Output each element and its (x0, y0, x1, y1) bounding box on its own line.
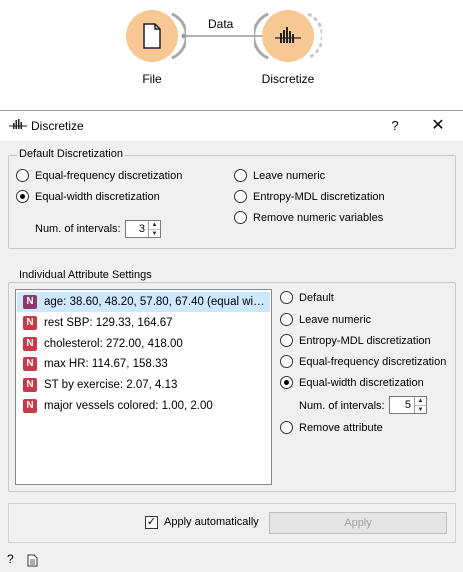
radio-label: Entropy-MDL discretization (299, 334, 431, 347)
default-equal-frequency-radio[interactable]: Equal-frequency discretization (16, 169, 182, 182)
apply-bar: ✓ Apply automatically Apply (8, 503, 456, 543)
default-intervals-spinbox[interactable]: 3 ▲ ▼ (125, 220, 161, 238)
radio-indicator (280, 313, 293, 326)
list-item-text: age: 38.60, 48.20, 57.80, 67.40 (equal w… (44, 296, 270, 308)
apply-button[interactable]: Apply (269, 512, 447, 534)
radio-label: Remove numeric variables (253, 211, 384, 224)
discretize-dialog: Discretize ? ✕ Default Discretization Eq… (0, 110, 463, 572)
file-node-label: File (142, 72, 162, 86)
numeric-badge: N (23, 357, 37, 371)
numeric-badge: N (23, 399, 37, 413)
individual-intervals-label: Num. of intervals: (299, 400, 385, 412)
window-title: Discretize (31, 119, 84, 133)
spinbox-value: 5 (404, 399, 411, 411)
list-item-text: major vessels colored: 1.00, 2.00 (44, 400, 213, 412)
spin-down-icon[interactable]: ▼ (149, 229, 160, 238)
spin-up-icon[interactable]: ▲ (415, 397, 426, 405)
spin-down-icon[interactable]: ▼ (415, 405, 426, 414)
list-item[interactable]: N cholesterol: 272.00, 418.00 (17, 334, 270, 354)
individual-leave-numeric-radio[interactable]: Leave numeric (280, 313, 371, 326)
help-icon[interactable]: ? (7, 552, 14, 566)
link-label: Data (208, 17, 234, 31)
file-node-output-arc (171, 12, 186, 60)
discretize-icon (275, 27, 301, 43)
list-item-text: max HR: 114.67, 158.33 (44, 358, 168, 370)
help-button[interactable]: ? (385, 116, 405, 136)
discretize-node-label: Discretize (261, 72, 315, 86)
radio-indicator (280, 376, 293, 389)
numeric-badge: N (23, 337, 37, 351)
apply-automatically-checkbox[interactable]: ✓ (145, 516, 158, 529)
default-entropy-mdl-radio[interactable]: Entropy-MDL discretization (234, 190, 385, 203)
radio-label: Equal-frequency discretization (35, 169, 183, 182)
radio-indicator (234, 169, 247, 182)
radio-indicator (280, 421, 293, 434)
discretize-icon (9, 119, 27, 129)
radio-indicator (280, 291, 293, 304)
individual-intervals-spinbox[interactable]: 5 ▲ ▼ (389, 396, 427, 414)
radio-indicator (16, 169, 29, 182)
default-leave-numeric-radio[interactable]: Leave numeric (234, 169, 325, 182)
default-discretization-title: Default Discretization (17, 148, 125, 160)
numeric-badge: N (23, 295, 37, 309)
radio-label: Equal-frequency discretization (299, 355, 447, 368)
radio-label: Entropy-MDL discretization (253, 190, 385, 203)
radio-indicator (280, 334, 293, 347)
numeric-badge: N (23, 378, 37, 392)
workflow-canvas: Data File Discretize (0, 0, 463, 110)
list-item-text: rest SBP: 129.33, 164.67 (44, 317, 173, 329)
radio-label: Leave numeric (299, 313, 372, 326)
individual-settings-title: Individual Attribute Settings (17, 269, 154, 281)
default-equal-width-radio[interactable]: Equal-width discretization (16, 190, 160, 203)
spin-up-icon[interactable]: ▲ (149, 221, 160, 229)
spinbox-value: 3 (138, 223, 145, 235)
radio-indicator (234, 190, 247, 203)
numeric-badge: N (23, 316, 37, 330)
radio-indicator (16, 190, 29, 203)
default-intervals-label: Num. of intervals: (35, 223, 121, 235)
list-item[interactable]: N major vessels colored: 1.00, 2.00 (17, 396, 270, 416)
report-icon[interactable] (27, 554, 38, 567)
list-item[interactable]: N age: 38.60, 48.20, 57.80, 67.40 (equal… (17, 292, 270, 312)
individual-equal-frequency-radio[interactable]: Equal-frequency discretization (280, 355, 446, 368)
discretize-node-output-arc (307, 12, 322, 60)
individual-default-radio[interactable]: Default (280, 291, 334, 304)
radio-indicator (234, 211, 247, 224)
radio-label: Default (299, 291, 334, 304)
list-item-text: cholesterol: 272.00, 418.00 (44, 338, 183, 350)
list-item[interactable]: N ST by exercise: 2.07, 4.13 (17, 375, 270, 395)
file-icon (143, 23, 161, 49)
default-remove-numeric-radio[interactable]: Remove numeric variables (234, 211, 383, 224)
radio-label: Remove attribute (299, 421, 383, 434)
attribute-list[interactable]: N age: 38.60, 48.20, 57.80, 67.40 (equal… (15, 289, 272, 485)
individual-remove-attribute-radio[interactable]: Remove attribute (280, 421, 383, 434)
list-item-text: ST by exercise: 2.07, 4.13 (44, 379, 178, 391)
radio-label: Leave numeric (253, 169, 326, 182)
radio-label: Equal-width discretization (35, 190, 160, 203)
radio-indicator (280, 355, 293, 368)
individual-equal-width-radio[interactable]: Equal-width discretization (280, 376, 424, 389)
radio-label: Equal-width discretization (299, 376, 424, 389)
individual-entropy-mdl-radio[interactable]: Entropy-MDL discretization (280, 334, 431, 347)
apply-automatically-label[interactable]: Apply automatically (164, 516, 259, 528)
list-item[interactable]: N max HR: 114.67, 158.33 (17, 354, 270, 374)
list-item[interactable]: N rest SBP: 129.33, 164.67 (17, 313, 270, 333)
close-button[interactable]: ✕ (425, 115, 451, 137)
title-bar: Discretize ? ✕ (0, 111, 463, 141)
